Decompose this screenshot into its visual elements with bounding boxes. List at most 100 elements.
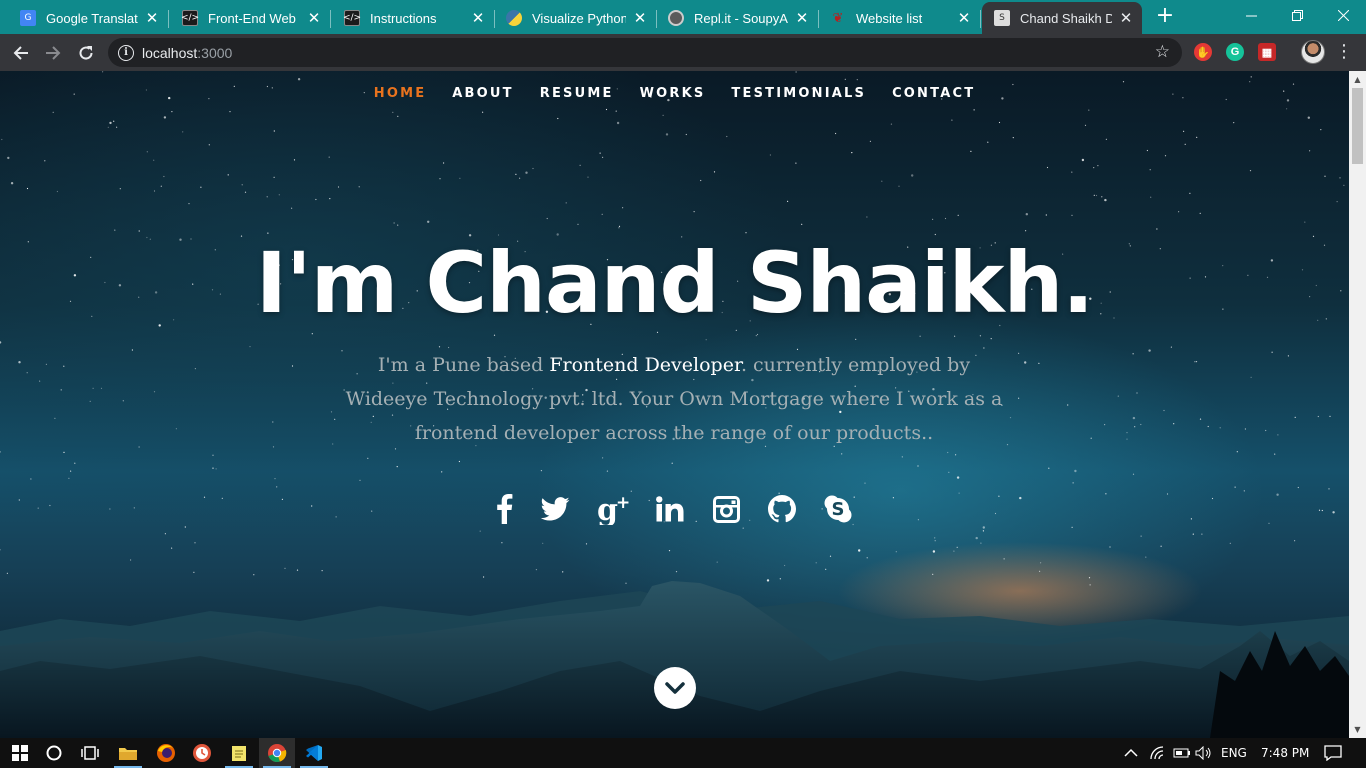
info-icon[interactable]: i bbox=[118, 44, 134, 61]
chrome-icon bbox=[268, 744, 287, 763]
network-status[interactable] bbox=[1150, 738, 1168, 768]
task-view-button[interactable] bbox=[72, 738, 108, 768]
cortana-search-button[interactable] bbox=[36, 738, 72, 768]
chevron-down-icon bbox=[665, 682, 685, 694]
scroll-up-arrow-icon[interactable]: ▲ bbox=[1349, 71, 1366, 88]
website-icon: ❦ bbox=[832, 10, 844, 26]
wifi-icon bbox=[1150, 746, 1164, 760]
svg-text:+: + bbox=[616, 493, 630, 513]
close-icon[interactable]: ✕ bbox=[794, 9, 810, 27]
volume-control[interactable] bbox=[1195, 738, 1213, 768]
tab-title: Google Translate bbox=[46, 10, 138, 26]
tab-chand-shaikh-dev[interactable]: S Chand Shaikh Dev ✕ bbox=[982, 2, 1142, 34]
github-icon[interactable] bbox=[765, 489, 799, 529]
close-icon[interactable]: ✕ bbox=[306, 9, 322, 27]
show-hidden-icons-button[interactable] bbox=[1124, 738, 1138, 768]
bio-role: Frontend Developer bbox=[549, 354, 741, 376]
code-icon: </> bbox=[343, 10, 361, 26]
skype-icon[interactable]: S bbox=[821, 489, 855, 529]
nav-works[interactable]: WORKS bbox=[627, 86, 719, 102]
instagram-icon[interactable] bbox=[709, 489, 743, 529]
windows-taskbar: ENG 7:48 PM bbox=[0, 738, 1366, 768]
tab-title: Website list bbox=[856, 10, 923, 26]
new-tab-button[interactable]: + bbox=[1152, 4, 1178, 30]
main-navigation: HOME ABOUT RESUME WORKS TESTIMONIALS CON… bbox=[0, 86, 1349, 102]
address-bar[interactable]: i localhost:3000 ☆ bbox=[108, 38, 1182, 67]
tab-google-translate[interactable]: G Google Translate ✕ bbox=[8, 2, 169, 34]
notes-app-button[interactable] bbox=[221, 738, 257, 768]
grammarly-extension-icon[interactable]: G bbox=[1226, 43, 1244, 61]
nav-resume[interactable]: RESUME bbox=[527, 86, 627, 102]
close-icon[interactable]: ✕ bbox=[1118, 9, 1134, 27]
chrome-button[interactable] bbox=[259, 738, 295, 768]
tab-website-list[interactable]: ❦ Website list ✕ bbox=[818, 2, 981, 34]
close-window-button[interactable] bbox=[1320, 0, 1366, 30]
reload-icon bbox=[79, 46, 93, 60]
python-icon bbox=[506, 10, 522, 26]
hero-headline: I'm Chand Shaikh. bbox=[255, 234, 1094, 332]
tab-replit[interactable]: Repl.it - SoupyAlpl ✕ bbox=[656, 2, 819, 34]
adblock-extension-icon[interactable]: ✋ bbox=[1194, 43, 1212, 61]
close-icon[interactable]: ✕ bbox=[632, 9, 648, 27]
menu-icon[interactable]: ⋮ bbox=[1334, 40, 1354, 66]
nav-contact[interactable]: CONTACT bbox=[879, 86, 988, 102]
profile-avatar[interactable] bbox=[1301, 40, 1325, 64]
svg-text:g: g bbox=[597, 493, 618, 525]
firefox-button[interactable] bbox=[148, 738, 184, 768]
battery-status[interactable] bbox=[1173, 738, 1191, 768]
reload-button[interactable] bbox=[71, 38, 101, 68]
facebook-icon[interactable] bbox=[488, 489, 522, 529]
chevron-up-icon bbox=[1124, 748, 1138, 757]
start-button[interactable] bbox=[2, 738, 38, 768]
back-arrow-icon bbox=[13, 46, 28, 60]
firefox-icon bbox=[157, 744, 175, 762]
tab-instructions[interactable]: </> Instructions ✕ bbox=[332, 2, 495, 34]
scroll-down-button[interactable] bbox=[654, 667, 696, 709]
scroll-down-arrow-icon[interactable]: ▼ bbox=[1349, 721, 1366, 738]
linkedin-icon[interactable] bbox=[653, 489, 687, 529]
clock-app-icon bbox=[193, 744, 211, 762]
input-language[interactable]: ENG bbox=[1221, 738, 1247, 768]
page-scrollbar[interactable]: ▲ ▼ bbox=[1349, 71, 1366, 738]
page-hero-section: HOME ABOUT RESUME WORKS TESTIMONIALS CON… bbox=[0, 71, 1349, 738]
notifications-icon bbox=[1324, 745, 1342, 761]
tab-visualize-python[interactable]: Visualize Python, J ✕ bbox=[494, 2, 657, 34]
close-icon[interactable]: ✕ bbox=[144, 9, 160, 27]
nav-testimonials[interactable]: TESTIMONIALS bbox=[718, 86, 879, 102]
bookmark-star-icon[interactable]: ☆ bbox=[1155, 42, 1170, 62]
system-clock[interactable]: 7:48 PM bbox=[1261, 738, 1309, 768]
action-center-button[interactable] bbox=[1324, 738, 1342, 768]
restore-icon bbox=[1291, 9, 1303, 21]
minimize-button[interactable] bbox=[1228, 0, 1274, 30]
forward-button[interactable] bbox=[38, 38, 68, 68]
extension-icon[interactable]: ▦ bbox=[1258, 43, 1276, 61]
svg-text:S: S bbox=[832, 499, 845, 520]
close-icon bbox=[1337, 9, 1349, 21]
close-icon[interactable]: ✕ bbox=[470, 9, 486, 27]
vscode-button[interactable] bbox=[296, 738, 332, 768]
tab-title: Visualize Python, J bbox=[532, 10, 626, 26]
tab-title: Front-End Web De bbox=[208, 10, 300, 26]
url-host: localhost bbox=[142, 44, 198, 61]
close-icon[interactable]: ✕ bbox=[956, 9, 972, 27]
back-button[interactable] bbox=[6, 38, 36, 68]
tab-title: Repl.it - SoupyAlpl bbox=[694, 10, 788, 26]
bio-prefix: I'm a Pune based bbox=[377, 354, 550, 376]
scrollbar-thumb[interactable] bbox=[1352, 88, 1363, 164]
restore-button[interactable] bbox=[1274, 0, 1320, 30]
speaker-icon bbox=[1195, 746, 1211, 760]
file-explorer-button[interactable] bbox=[110, 738, 146, 768]
tab-front-end-web-dev[interactable]: </> Front-End Web De ✕ bbox=[170, 2, 331, 34]
twitter-icon[interactable] bbox=[538, 489, 572, 529]
nav-about[interactable]: ABOUT bbox=[439, 86, 526, 102]
app-button[interactable] bbox=[184, 738, 220, 768]
nav-home[interactable]: HOME bbox=[361, 86, 440, 102]
tab-title: Chand Shaikh Dev bbox=[1020, 10, 1112, 26]
notes-icon bbox=[232, 746, 246, 761]
battery-icon bbox=[1173, 748, 1190, 758]
folder-icon bbox=[119, 748, 137, 760]
google-plus-icon[interactable]: g + bbox=[594, 489, 634, 529]
forward-arrow-icon bbox=[46, 46, 61, 60]
repl-icon bbox=[668, 10, 684, 26]
minimize-icon bbox=[1245, 15, 1257, 16]
